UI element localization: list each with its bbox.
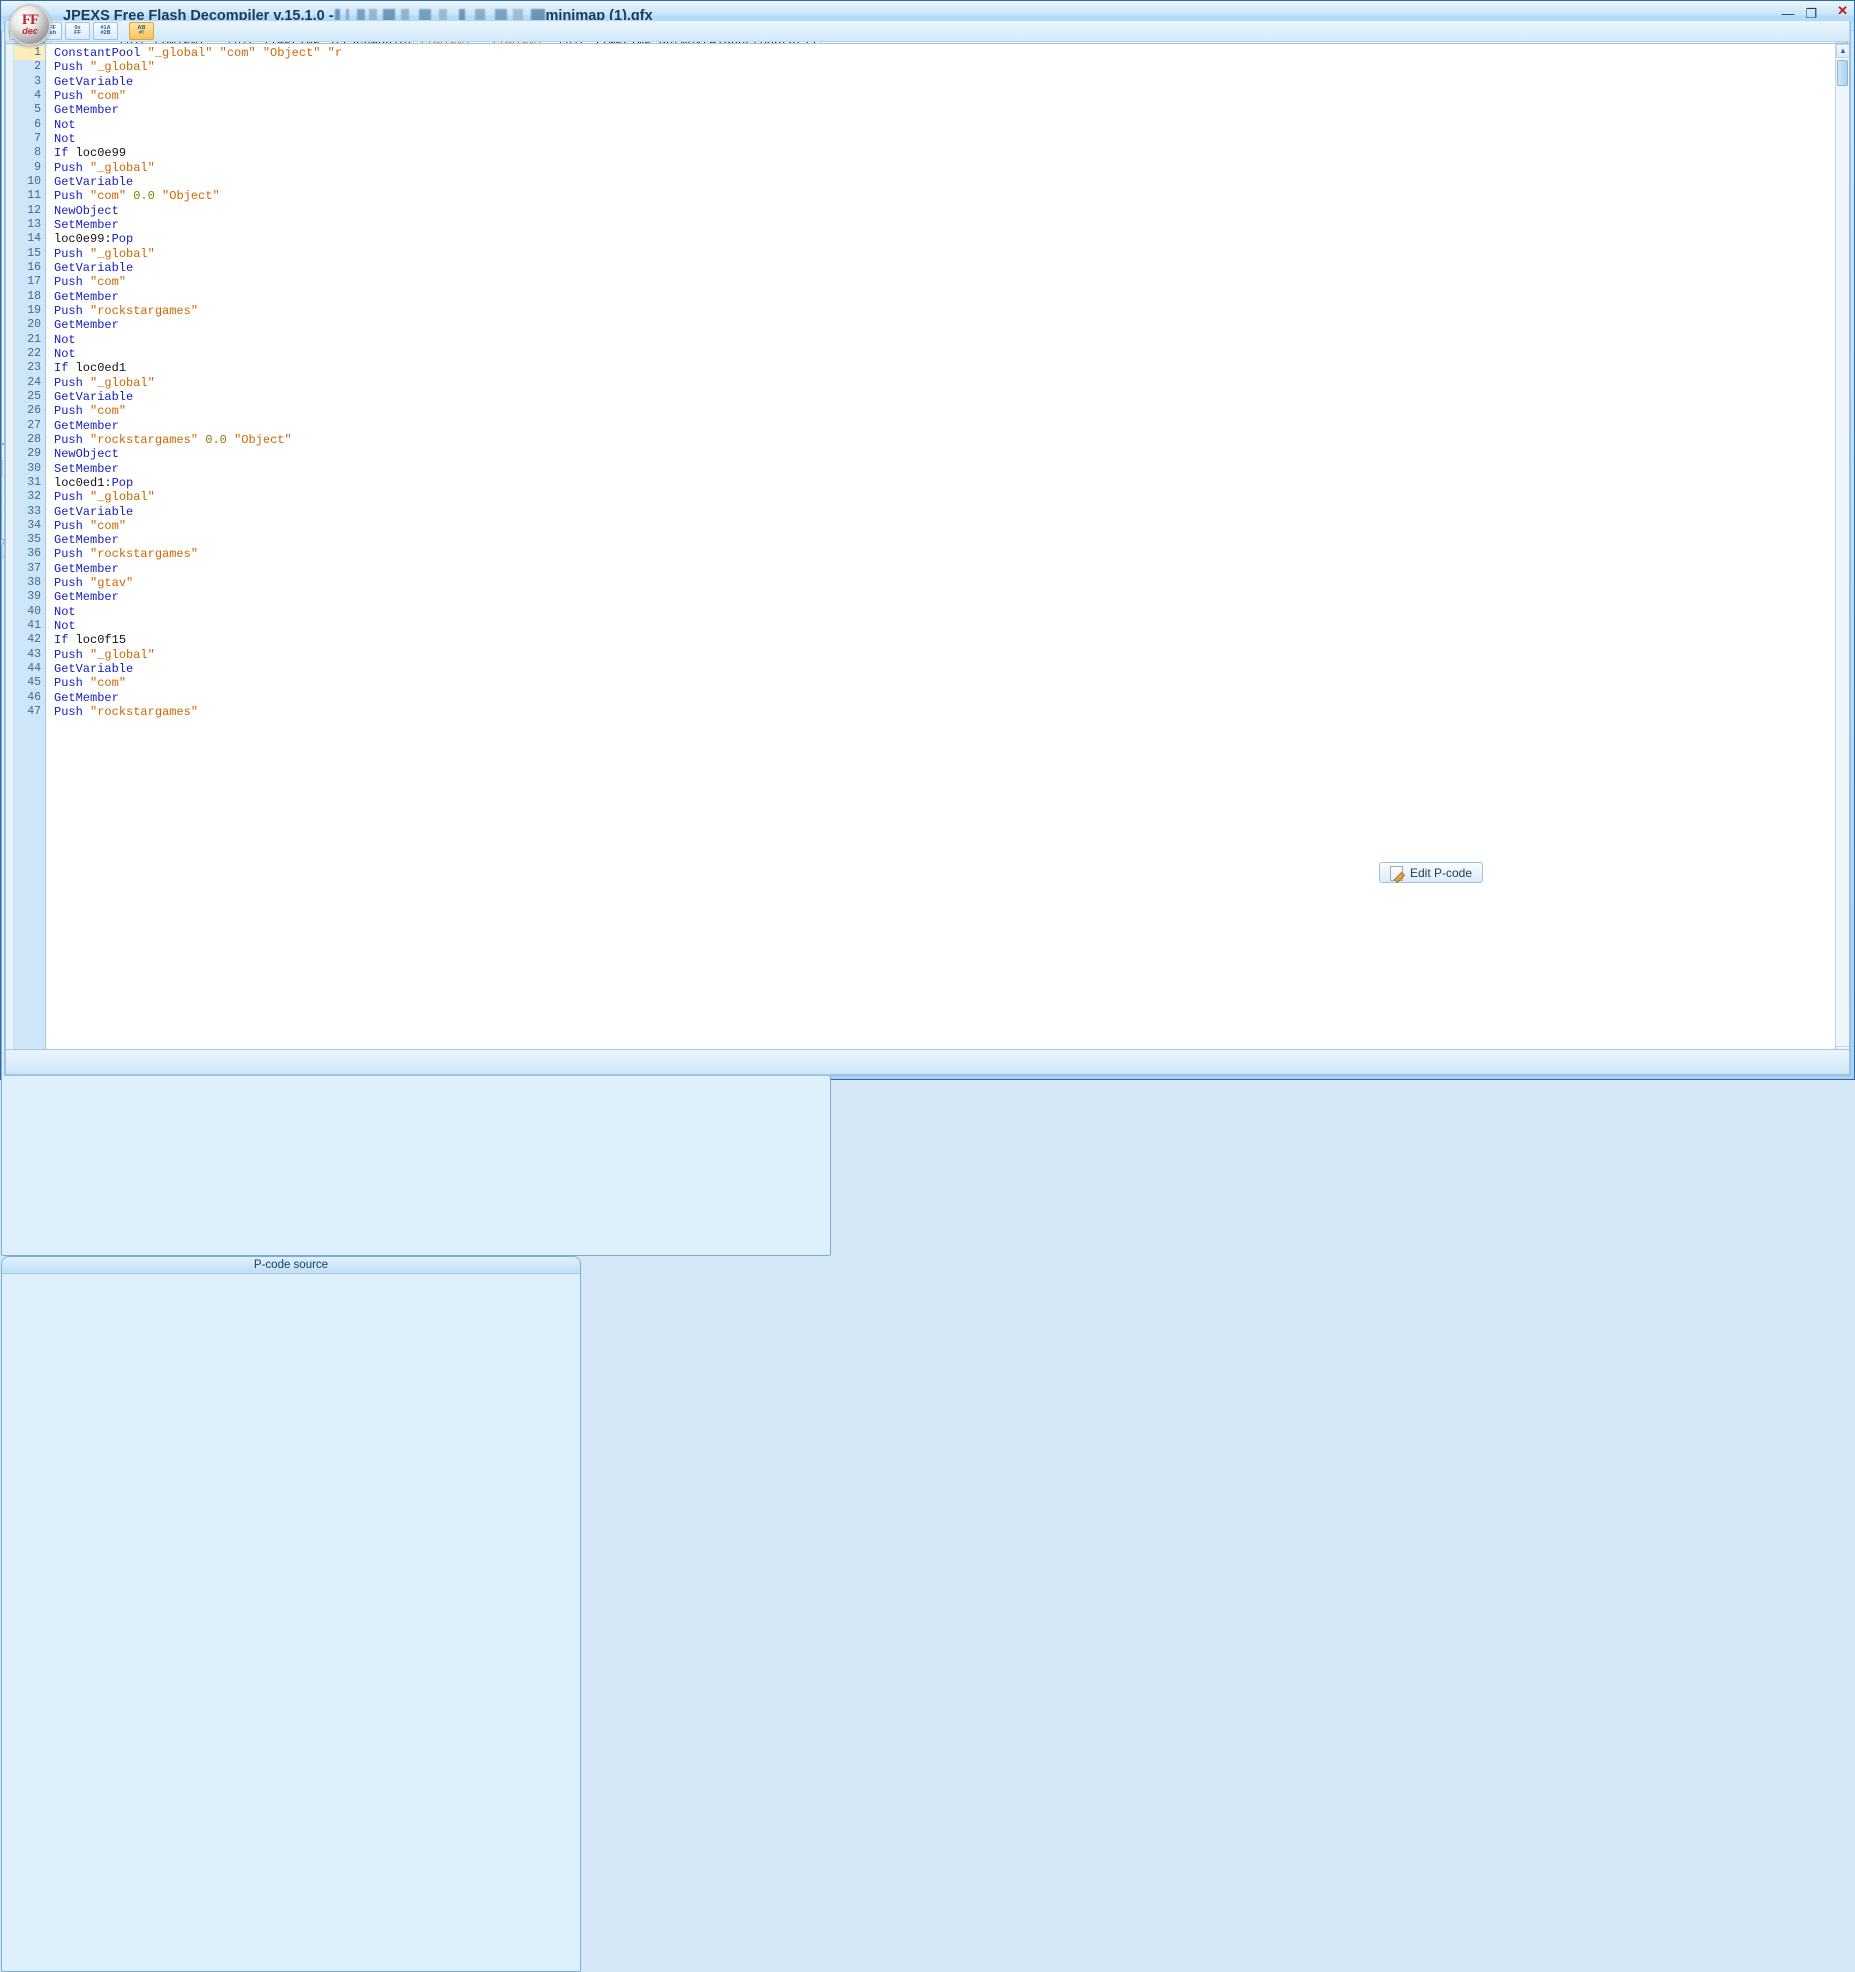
edit-pcode-icon [1390,865,1405,881]
app-logo-icon: FF dec [9,4,51,46]
edit-pcode-label: Edit P-code [1410,865,1473,880]
pcode-panel-title: P-code source [2,1257,580,1274]
status-bar [5,1049,1850,1075]
pcode-source-panel: P-code source ▫▪▪▪0xFFpush0xFF#1A#2BAB#!… [1,20,1850,1972]
minimize-button[interactable]: — [1781,7,1794,20]
logo-dec-text: dec [22,25,38,36]
edit-pcode-button[interactable]: Edit P-code [1379,862,1484,883]
maximize-button[interactable]: ❐ [1805,7,1817,20]
application-window: FF dec JPEXS Free Flash Decompiler v.15.… [0,0,1855,1972]
logo-ff-text: FF [21,11,39,28]
